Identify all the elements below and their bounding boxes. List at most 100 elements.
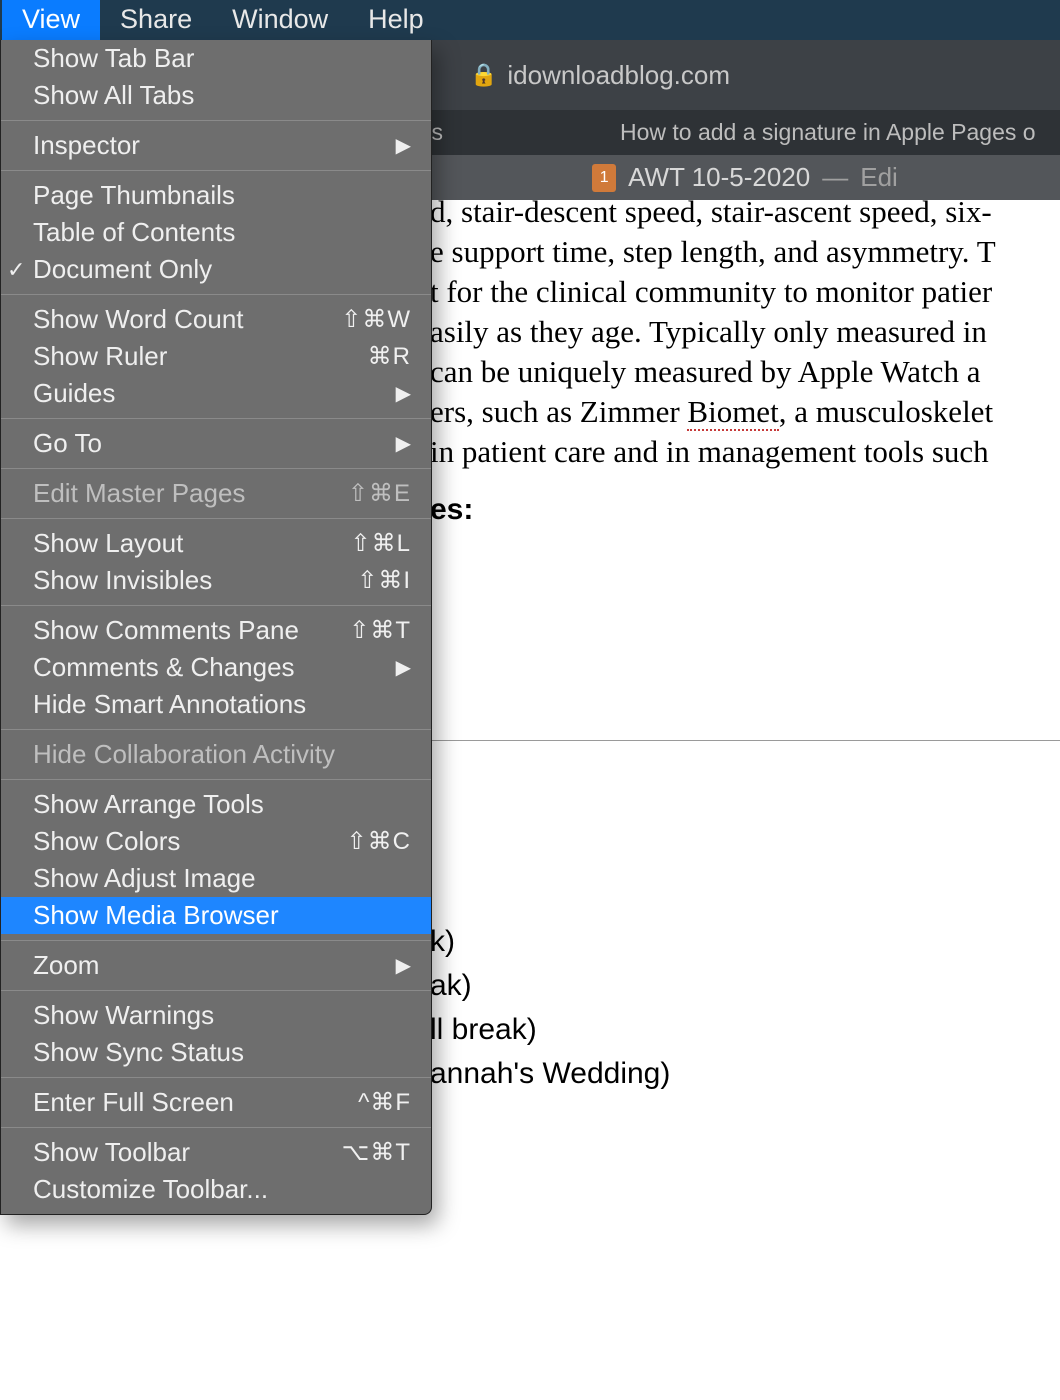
menu-item-show-arrange-tools[interactable]: Show Arrange Tools bbox=[1, 786, 431, 823]
menu-item-enter-full-screen[interactable]: Enter Full Screen^⌘F bbox=[1, 1084, 431, 1121]
menubar-item-view[interactable]: View bbox=[2, 0, 100, 41]
menu-item-show-toolbar[interactable]: Show Toolbar⌥⌘T bbox=[1, 1134, 431, 1171]
document-status: Edi bbox=[860, 162, 898, 193]
menu-item-go-to[interactable]: Go To▶ bbox=[1, 425, 431, 462]
menu-item-label: Show Warnings bbox=[33, 1000, 411, 1031]
menu-item-label: Show Layout bbox=[33, 528, 351, 559]
menu-item-label: Show Invisibles bbox=[33, 565, 357, 596]
menu-item-label: Zoom bbox=[33, 950, 396, 981]
menubar-item-help[interactable]: Help bbox=[348, 0, 444, 41]
text-line-bold: es: bbox=[430, 490, 473, 530]
menu-item-inspector[interactable]: Inspector▶ bbox=[1, 127, 431, 164]
text-line: k) bbox=[430, 920, 670, 964]
menu-item-show-word-count[interactable]: Show Word Count⇧⌘W bbox=[1, 301, 431, 338]
view-menu-dropdown: Show Tab BarShow All TabsInspector▶Page … bbox=[0, 40, 432, 1215]
menu-item-show-colors[interactable]: Show Colors⇧⌘C bbox=[1, 823, 431, 860]
menu-item-zoom[interactable]: Zoom▶ bbox=[1, 947, 431, 984]
menu-separator bbox=[1, 729, 431, 730]
menu-item-label: Show Arrange Tools bbox=[33, 789, 411, 820]
menu-item-comments-changes[interactable]: Comments & Changes▶ bbox=[1, 649, 431, 686]
menu-separator bbox=[1, 418, 431, 419]
menu-separator bbox=[1, 779, 431, 780]
text-line: asily as they age. Typically only measur… bbox=[430, 312, 1060, 352]
url-host: idownloadblog.com bbox=[507, 60, 730, 91]
menubar-item-window[interactable]: Window bbox=[212, 0, 348, 41]
text-line: ak) bbox=[430, 964, 670, 1008]
menu-item-show-invisibles[interactable]: Show Invisibles⇧⌘I bbox=[1, 562, 431, 599]
menu-shortcut: ⌘R bbox=[368, 342, 411, 371]
menu-item-label: Show All Tabs bbox=[33, 80, 411, 111]
menu-item-customize-toolbar[interactable]: Customize Toolbar... bbox=[1, 1171, 431, 1208]
menu-item-label: Hide Smart Annotations bbox=[33, 689, 411, 720]
menu-item-edit-master-pages: Edit Master Pages⇧⌘E bbox=[1, 475, 431, 512]
menu-item-label: Document Only bbox=[33, 254, 411, 285]
document-title: AWT 10-5-2020 bbox=[628, 162, 810, 193]
menu-shortcut: ^⌘F bbox=[358, 1088, 411, 1117]
menu-item-label: Show Adjust Image bbox=[33, 863, 411, 894]
text-line: t for the clinical community to monitor … bbox=[430, 272, 1060, 312]
menu-item-show-all-tabs[interactable]: Show All Tabs bbox=[1, 77, 431, 114]
menu-item-show-adjust-image[interactable]: Show Adjust Image bbox=[1, 860, 431, 897]
menu-item-label: Inspector bbox=[33, 130, 396, 161]
menu-item-label: Show Sync Status bbox=[33, 1037, 411, 1068]
menu-item-label: Hide Collaboration Activity bbox=[33, 739, 411, 770]
text-line: e support time, step length, and asymmet… bbox=[430, 232, 1060, 272]
text-line: in patient care and in management tools … bbox=[430, 432, 1060, 472]
menu-shortcut: ⇧⌘C bbox=[347, 827, 411, 856]
menu-separator bbox=[1, 605, 431, 606]
menu-item-label: Show Comments Pane bbox=[33, 615, 349, 646]
menu-separator bbox=[1, 940, 431, 941]
menu-item-show-ruler[interactable]: Show Ruler⌘R bbox=[1, 338, 431, 375]
menu-item-label: Guides bbox=[33, 378, 396, 409]
menu-separator bbox=[1, 468, 431, 469]
text-line: can be uniquely measured by Apple Watch … bbox=[430, 352, 1060, 392]
menu-item-page-thumbnails[interactable]: Page Thumbnails bbox=[1, 177, 431, 214]
menu-separator bbox=[1, 120, 431, 121]
menu-shortcut: ⌥⌘T bbox=[342, 1138, 411, 1167]
menu-item-label: Show Word Count bbox=[33, 304, 341, 335]
menu-item-label: Table of Contents bbox=[33, 217, 411, 248]
menu-item-guides[interactable]: Guides▶ bbox=[1, 375, 431, 412]
text-line: ll break) bbox=[430, 1008, 670, 1052]
menu-item-label: Show Toolbar bbox=[33, 1137, 342, 1168]
menu-item-show-media-browser[interactable]: Show Media Browser bbox=[1, 897, 431, 934]
submenu-arrow-icon: ▶ bbox=[396, 133, 411, 158]
menu-item-show-warnings[interactable]: Show Warnings bbox=[1, 997, 431, 1034]
menu-item-table-of-contents[interactable]: Table of Contents bbox=[1, 214, 431, 251]
menu-item-label: Comments & Changes bbox=[33, 652, 396, 683]
menu-separator bbox=[1, 1077, 431, 1078]
url-display[interactable]: 🔒 idownloadblog.com bbox=[470, 60, 730, 91]
document-list: k) ak) ll break) annah's Wedding) bbox=[430, 920, 670, 1096]
lock-icon: 🔒 bbox=[470, 62, 497, 88]
menu-item-label: Customize Toolbar... bbox=[33, 1174, 411, 1205]
menu-item-show-layout[interactable]: Show Layout⇧⌘L bbox=[1, 525, 431, 562]
browser-tab[interactable]: How to add a signature in Apple Pages o bbox=[620, 119, 1036, 146]
menu-item-show-comments-pane[interactable]: Show Comments Pane⇧⌘T bbox=[1, 612, 431, 649]
menu-separator bbox=[1, 518, 431, 519]
submenu-arrow-icon: ▶ bbox=[396, 431, 411, 456]
menu-item-label: Show Ruler bbox=[33, 341, 368, 372]
submenu-arrow-icon: ▶ bbox=[396, 381, 411, 406]
menu-item-label: Go To bbox=[33, 428, 396, 459]
menu-shortcut: ⇧⌘E bbox=[348, 479, 411, 508]
menu-item-hide-collaboration-activity: Hide Collaboration Activity bbox=[1, 736, 431, 773]
text-line: ers, such as Zimmer Biomet, a musculoske… bbox=[430, 392, 1060, 432]
menu-item-show-tab-bar[interactable]: Show Tab Bar bbox=[1, 40, 431, 77]
submenu-arrow-icon: ▶ bbox=[396, 655, 411, 680]
menu-separator bbox=[1, 990, 431, 991]
document-paragraph: d, stair-descent speed, stair-ascent spe… bbox=[430, 192, 1060, 472]
title-separator: — bbox=[822, 162, 848, 193]
menubar: View Share Window Help bbox=[0, 0, 1060, 40]
menu-item-label: Show Colors bbox=[33, 826, 347, 857]
menu-item-label: Show Media Browser bbox=[33, 900, 411, 931]
menubar-item-share[interactable]: Share bbox=[100, 0, 212, 41]
menu-separator bbox=[1, 1127, 431, 1128]
menu-item-show-sync-status[interactable]: Show Sync Status bbox=[1, 1034, 431, 1071]
menu-separator bbox=[1, 170, 431, 171]
menu-item-hide-smart-annotations[interactable]: Hide Smart Annotations bbox=[1, 686, 431, 723]
menu-item-label: Show Tab Bar bbox=[33, 43, 411, 74]
text-line: annah's Wedding) bbox=[430, 1052, 670, 1096]
menu-item-document-only[interactable]: ✓Document Only bbox=[1, 251, 431, 288]
menu-item-label: Enter Full Screen bbox=[33, 1087, 358, 1118]
menu-item-label: Page Thumbnails bbox=[33, 180, 411, 211]
